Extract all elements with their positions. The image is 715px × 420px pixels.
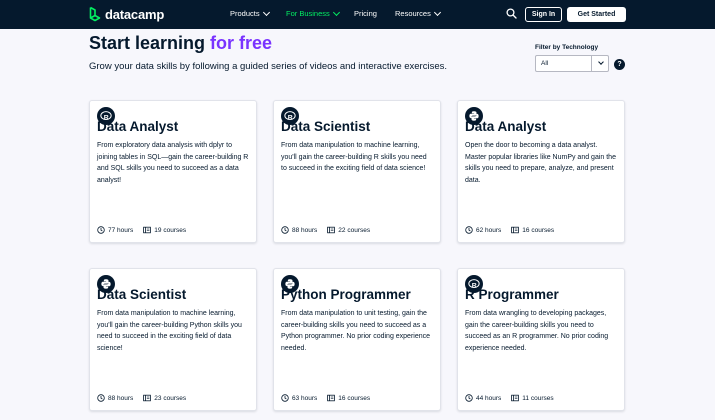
nav-resources-label: Resources	[395, 9, 431, 18]
track-description: From data manipulation to machine learni…	[281, 142, 427, 172]
clock-icon	[281, 394, 289, 402]
track-meta: 88 hours 23 courses	[97, 394, 196, 402]
clock-icon	[281, 226, 289, 234]
track-hours-text: 62 hours	[476, 226, 502, 234]
track-hours: 88 hours	[281, 226, 317, 234]
nav-products-label: Products	[230, 9, 260, 18]
track-title: Python Programmer	[281, 287, 411, 302]
track-title: Data Scientist	[97, 287, 187, 302]
technology-filter-select[interactable]: All	[535, 55, 609, 72]
track-hours: 62 hours	[465, 226, 501, 234]
track-hours: 44 hours	[465, 394, 501, 402]
track-description: From data manipulation to machine learni…	[97, 310, 242, 352]
nav-for-business-label: For Business	[286, 9, 330, 18]
track-hours: 63 hours	[281, 394, 317, 402]
track-card[interactable]: Python Programmer From data manipulation …	[273, 268, 441, 411]
track-meta: 62 hours 16 courses	[465, 226, 564, 234]
track-courses: 11 courses	[511, 394, 554, 402]
track-description: From exploratory data analysis with dply…	[97, 142, 249, 184]
track-hours-text: 88 hours	[108, 394, 134, 402]
track-title: R Programmer	[465, 287, 559, 302]
track-description: From data manipulation to unit testing, …	[281, 310, 431, 352]
page-subtitle: Grow your data skills by following a gui…	[89, 61, 448, 72]
track-title: Data Scientist	[281, 119, 371, 134]
track-courses: 16 courses	[511, 226, 554, 234]
track-hours-text: 88 hours	[292, 226, 318, 234]
chevron-down-icon	[332, 8, 340, 16]
clock-icon	[465, 226, 473, 234]
search-icon[interactable]	[506, 8, 517, 19]
get-started-button[interactable]: Get Started	[567, 7, 626, 22]
track-courses: 23 courses	[143, 394, 186, 402]
track-meta: 63 hours 16 courses	[281, 394, 380, 402]
track-card[interactable]: R Data Analyst From exploratory data analy…	[89, 100, 257, 243]
track-description: From data wrangling to developing packag…	[465, 310, 609, 352]
filter-dropdown-toggle[interactable]	[591, 56, 608, 71]
chevron-down-icon	[433, 8, 441, 16]
courses-icon	[327, 226, 336, 234]
track-meta: 77 hours 19 courses	[97, 226, 196, 234]
track-title: Data Analyst	[97, 119, 179, 134]
clock-icon	[97, 394, 105, 402]
track-courses-text: 22 courses	[338, 226, 371, 234]
nav-pricing-label: Pricing	[354, 9, 377, 18]
track-hours: 88 hours	[97, 394, 133, 402]
nav-resources[interactable]: Resources	[395, 8, 441, 18]
track-title: Data Analyst	[465, 119, 547, 134]
filter-selected-value: All	[541, 60, 549, 67]
courses-icon	[327, 394, 336, 402]
track-courses: 19 courses	[143, 226, 186, 234]
courses-icon	[143, 226, 152, 234]
nav-for-business[interactable]: For Business	[286, 8, 340, 18]
courses-icon	[511, 226, 520, 234]
track-hours: 77 hours	[97, 226, 133, 234]
page-title-main: Start learning	[89, 33, 206, 53]
track-meta: 44 hours 11 courses	[465, 394, 564, 402]
track-card[interactable]: Data Analyst Open the door to becoming a …	[457, 100, 625, 243]
clock-icon	[465, 394, 473, 402]
nav-products[interactable]: Products	[230, 8, 270, 18]
track-hours-text: 77 hours	[108, 226, 134, 234]
track-card[interactable]: RR Programmer From data wrangling to deve…	[457, 268, 625, 411]
track-card[interactable]: R Data Scientist From data manipulation to…	[273, 100, 441, 243]
filter-label: Filter by Technology	[535, 44, 599, 51]
track-hours-text: 44 hours	[476, 394, 502, 402]
track-courses: 16 courses	[327, 394, 370, 402]
clock-icon	[97, 226, 105, 234]
page-title-accent: for free	[210, 33, 273, 53]
track-courses-text: 16 courses	[338, 394, 371, 402]
track-courses: 22 courses	[327, 226, 370, 234]
track-courses-text: 11 courses	[522, 394, 554, 402]
datacamp-logo[interactable]: datacamp	[89, 6, 164, 22]
chevron-down-icon	[598, 59, 604, 65]
logo-text: datacamp	[105, 6, 165, 22]
sign-in-button[interactable]: Sign In	[525, 7, 562, 22]
courses-icon	[143, 394, 152, 402]
help-icon[interactable]: ?	[614, 59, 625, 70]
track-meta: 88 hours 22 courses	[281, 226, 380, 234]
track-description: Open the door to becoming a data analyst…	[465, 142, 616, 184]
track-card[interactable]: Data Scientist From data manipulation to …	[89, 268, 257, 411]
track-courses-text: 16 courses	[522, 226, 555, 234]
track-hours-text: 63 hours	[292, 394, 318, 402]
datacamp-logo-icon	[89, 6, 101, 22]
track-courses-text: 19 courses	[154, 226, 187, 234]
courses-icon	[511, 394, 520, 402]
track-courses-text: 23 courses	[154, 394, 187, 402]
top-nav: datacamp Products For Business Pricing R…	[0, 0, 715, 29]
chevron-down-icon	[262, 8, 270, 16]
nav-pricing[interactable]: Pricing	[354, 9, 377, 18]
page-title: Start learning for free	[89, 33, 272, 54]
